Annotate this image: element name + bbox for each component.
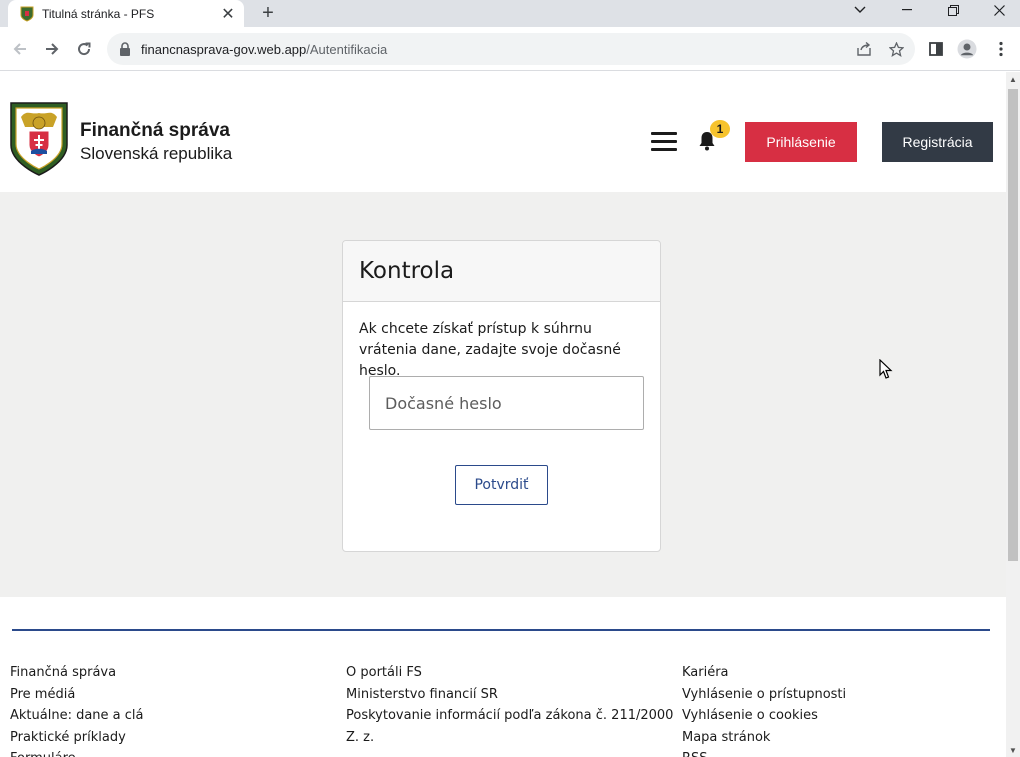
address-bar[interactable]: financnasprava-gov.web.app/Autentifikaci… — [107, 33, 915, 65]
footer-link-o-portali[interactable]: O portáli FS — [346, 662, 666, 684]
scroll-up-arrow-icon[interactable]: ▲ — [1009, 75, 1017, 84]
footer-link-cookies[interactable]: Vyhlásenie o cookies — [682, 705, 1002, 727]
footer-link-kariera[interactable]: Kariéra — [682, 662, 1002, 684]
footer-link-ministerstvo[interactable]: Ministerstvo financií SR — [346, 684, 666, 706]
browser-menu-icon[interactable] — [989, 37, 1013, 61]
new-tab-icon[interactable]: + — [256, 1, 280, 25]
temporary-password-input[interactable] — [369, 376, 644, 430]
footer-link-rss[interactable]: RSS — [682, 748, 1002, 757]
reload-icon[interactable] — [72, 37, 96, 61]
tab-close-icon[interactable]: ✕ — [218, 4, 238, 24]
tab-search-icon[interactable] — [837, 0, 883, 20]
footer-link-mapa-stranok[interactable]: Mapa stránok — [682, 727, 1002, 749]
profile-icon[interactable] — [955, 37, 979, 61]
side-panel-icon[interactable] — [924, 37, 948, 61]
page-viewport: Finančná správa Slovenská republika 1 Pr… — [0, 72, 1006, 757]
footer-column-2: O portáli FS Ministerstvo financií SR Po… — [346, 662, 673, 749]
close-window-icon[interactable] — [976, 0, 1020, 20]
page-scrollbar[interactable]: ▲ ▼ — [1006, 72, 1020, 757]
card-header: Kontrola — [343, 241, 660, 302]
confirm-button[interactable]: Potvrdiť — [455, 465, 548, 505]
forward-icon[interactable] — [40, 37, 64, 61]
crest-favicon-icon — [20, 6, 34, 22]
brand-subtitle: Slovenská republika — [80, 144, 233, 163]
url-text[interactable]: financnasprava-gov.web.app/Autentifikaci… — [141, 42, 915, 57]
menu-hamburger-icon[interactable] — [651, 132, 677, 152]
lock-icon[interactable] — [119, 42, 131, 56]
back-icon[interactable] — [8, 37, 32, 61]
footer-column-1: Finančná správa Pre médiá Aktuálne: dane… — [10, 662, 330, 757]
minimize-icon[interactable] — [884, 0, 930, 20]
footer-link-formulare[interactable]: Formuláre — [10, 748, 330, 757]
tab-title: Titulná stránka - PFS — [42, 6, 155, 21]
notification-count-badge: 1 — [710, 120, 730, 138]
footer-link-prakticke-priklady[interactable]: Praktické príklady — [10, 727, 330, 749]
footer-column-3: Kariéra Vyhlásenie o prístupnosti Vyhlás… — [682, 662, 1002, 757]
share-icon[interactable] — [852, 37, 876, 61]
restore-icon[interactable] — [930, 0, 976, 20]
site-footer: Finančná správa Pre médiá Aktuálne: dane… — [0, 597, 1006, 757]
login-button[interactable]: Prihlásenie — [745, 122, 857, 162]
footer-link-poskytovanie-informacii[interactable]: Poskytovanie informácií podľa zákona č. … — [346, 705, 673, 727]
brand-title: Finančná správa — [80, 120, 230, 141]
footer-link-financna-sprava[interactable]: Finančná správa — [10, 662, 330, 684]
scroll-down-arrow-icon[interactable]: ▼ — [1009, 746, 1017, 755]
browser-tabstrip: Titulná stránka - PFS ✕ + — [0, 0, 1020, 27]
browser-toolbar: financnasprava-gov.web.app/Autentifikaci… — [0, 27, 1020, 71]
card-description: Ak chcete získať prístup k súhrnu vráten… — [359, 321, 621, 379]
bookmark-star-icon[interactable] — [884, 37, 908, 61]
footer-link-pristupnost[interactable]: Vyhlásenie o prístupnosti — [682, 684, 1002, 706]
footer-link-aktualne[interactable]: Aktuálne: dane a clá — [10, 705, 330, 727]
footer-link-pre-media[interactable]: Pre médiá — [10, 684, 330, 706]
browser-tab[interactable]: Titulná stránka - PFS ✕ — [8, 0, 244, 27]
footer-divider — [12, 629, 990, 631]
site-header: Finančná správa Slovenská republika 1 Pr… — [0, 72, 1006, 192]
card-title: Kontrola — [359, 258, 455, 284]
financial-administration-crest-logo[interactable] — [9, 101, 69, 177]
main-content: Kontrola Ak chcete získať prístup k súhr… — [0, 192, 1006, 597]
footer-link-poskytovanie-informacii-cont[interactable]: Z. z. — [346, 727, 666, 749]
mouse-cursor-icon — [879, 359, 893, 379]
scrollbar-thumb[interactable] — [1008, 89, 1018, 561]
register-button[interactable]: Registrácia — [882, 122, 993, 162]
verification-card: Kontrola Ak chcete získať prístup k súhr… — [342, 240, 661, 552]
